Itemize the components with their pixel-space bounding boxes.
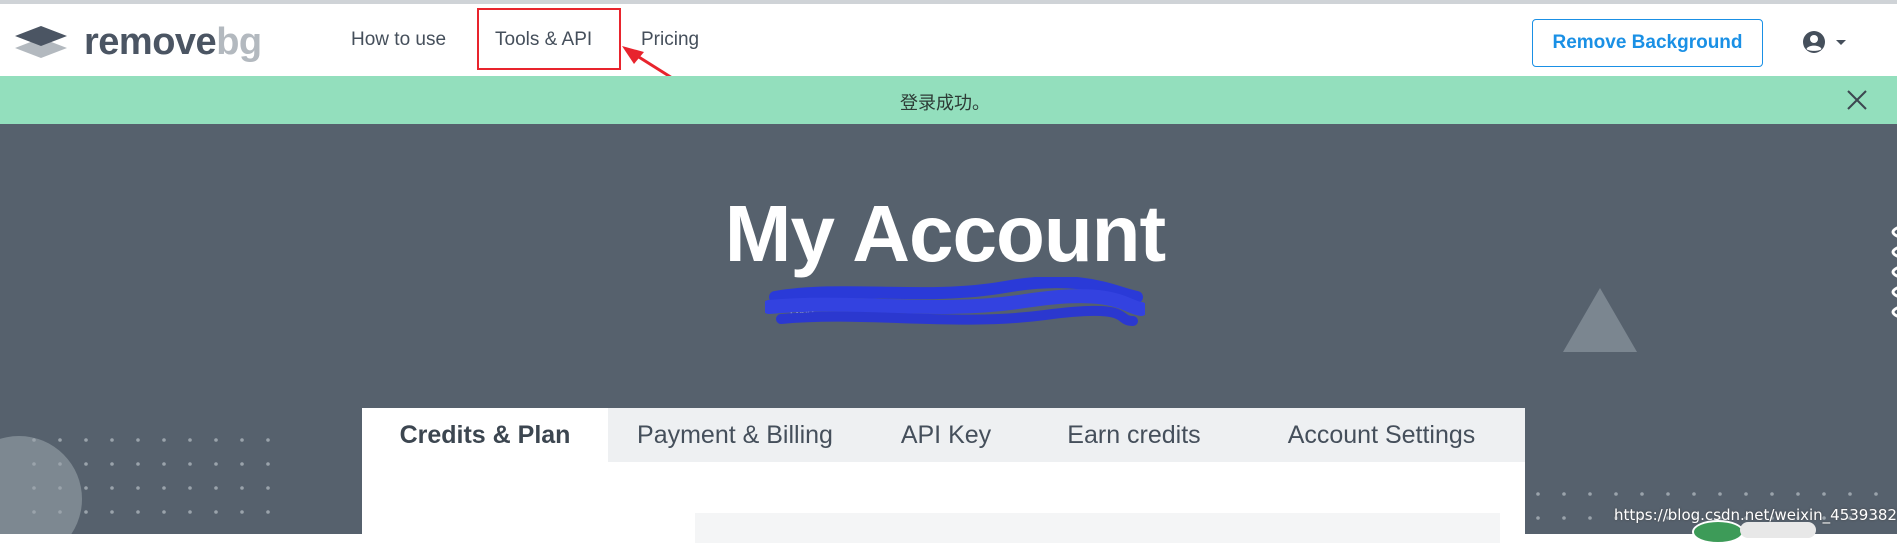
tab-api-key[interactable]: API Key	[862, 408, 1030, 462]
success-message: 登录成功。	[900, 93, 990, 114]
tab-credits-plan[interactable]: Credits & Plan	[362, 408, 608, 462]
redaction-scribble	[765, 277, 1145, 326]
success-banner: 登录成功。	[0, 76, 1897, 124]
remove-background-button[interactable]: Remove Background	[1532, 19, 1763, 67]
annotation-highlight-box	[477, 8, 621, 70]
decor-waves	[1891, 226, 1897, 318]
account-tabs: Credits & Plan Payment & Billing API Key…	[362, 408, 1525, 462]
user-menu[interactable]	[1802, 30, 1849, 54]
decor-triangle	[1563, 288, 1637, 352]
logo-wordmark: removebg	[84, 22, 262, 62]
logo-link[interactable]: removebg	[14, 22, 262, 62]
account-panel: Credits & Plan Payment & Billing API Key…	[362, 408, 1525, 543]
floating-badge-label	[1740, 522, 1816, 538]
site-header: removebg How to use Tools & API Pricing …	[0, 4, 1897, 76]
decor-dots-left	[32, 438, 270, 514]
logo-wordmark-bg: bg	[216, 21, 262, 63]
tab-earn-credits[interactable]: Earn credits	[1030, 408, 1238, 462]
close-icon[interactable]	[1846, 89, 1868, 111]
caret-down-icon	[1836, 40, 1846, 45]
nav-how-to-use[interactable]: How to use	[351, 26, 446, 54]
stacked-layers-icon	[15, 26, 67, 58]
floating-badge	[1692, 520, 1744, 544]
tab-payment-billing[interactable]: Payment & Billing	[608, 408, 862, 462]
logo-wordmark-remove: remove	[84, 21, 217, 63]
user-circle-icon	[1803, 31, 1825, 53]
tab-account-settings[interactable]: Account Settings	[1238, 408, 1525, 462]
tab-content-card	[695, 513, 1500, 543]
page-title: My Account	[724, 189, 1166, 278]
